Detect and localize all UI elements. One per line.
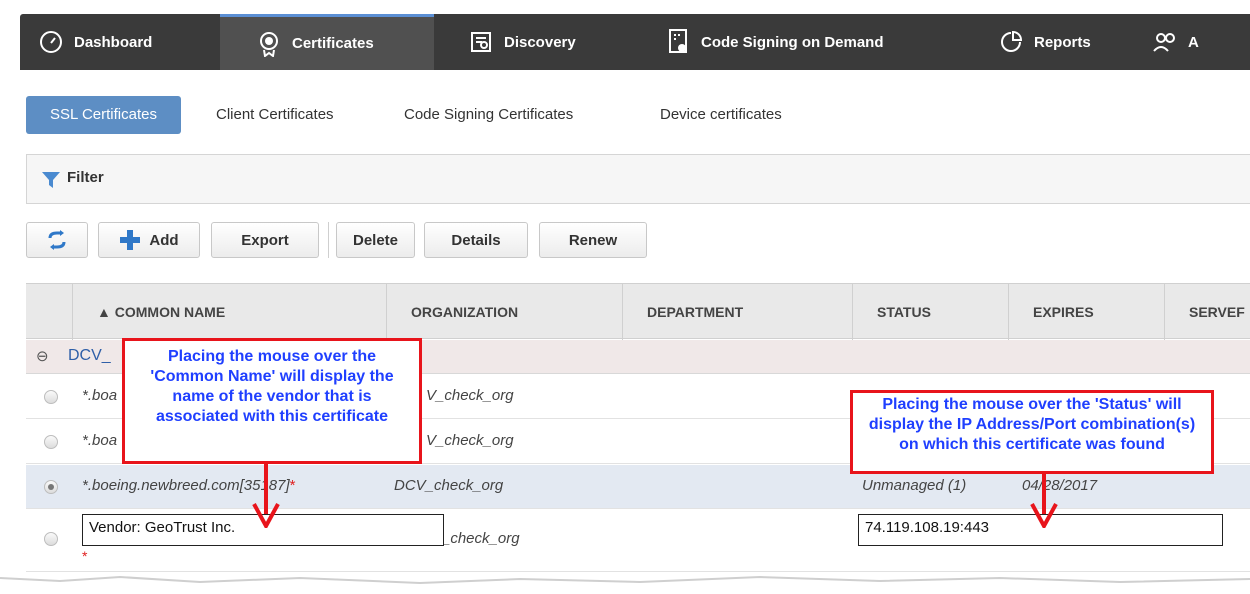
nav-tab-label: A [1188,33,1199,51]
common-name-cell: *.boa [82,387,118,404]
delete-button[interactable]: Delete [336,222,415,258]
group-label: DCV_ [68,347,111,364]
subtab-device-certificates[interactable]: Device certificates [660,96,782,134]
admins-icon [1152,29,1178,55]
nav-tab-certificates[interactable]: Certificates [220,14,434,70]
row-radio-selected[interactable] [44,480,58,494]
callout-common-name: Placing the mouse over the 'Common Name'… [122,338,422,464]
subtab-client-certificates[interactable]: Client Certificates [216,96,334,134]
details-button[interactable]: Details [424,222,528,258]
filter-icon [42,172,60,188]
code-signing-icon [665,29,691,55]
subtab-ssl-certificates[interactable]: SSL Certificates [26,96,181,134]
organization-cell: V_check_org [426,387,514,404]
arrow-down-icon [252,462,280,528]
table-header: ▲ COMMON NAME ORGANIZATION DEPARTMENT ST… [26,283,1250,340]
subtab-code-signing-certificates[interactable]: Code Signing Certificates [404,96,573,134]
nav-tab-label: Certificates [292,35,374,52]
callout-status: Placing the mouse over the 'Status' will… [850,390,1214,474]
refresh-icon [48,230,66,250]
export-button[interactable]: Export [211,222,319,258]
nav-tab-reports[interactable]: Reports [998,14,1138,70]
nav-tab-label: Discovery [504,33,576,51]
toolbar-separator [328,222,330,258]
row-radio[interactable] [44,390,58,404]
organization-cell: DCV_check_org [394,477,504,494]
status-cell: Unmanaged (1) [862,477,967,494]
nav-tab-label: Dashboard [74,33,153,51]
gauge-icon [38,29,64,55]
required-mark: * [82,548,88,564]
nav-tab-code-signing-on-demand[interactable]: Code Signing on Demand [665,14,955,70]
plus-icon [120,230,141,250]
column-header-status[interactable]: STATUS [852,284,1008,340]
column-header-common-name[interactable]: ▲ COMMON NAME [72,284,386,340]
column-header-department[interactable]: DEPARTMENT [622,284,852,340]
certificate-icon [256,31,282,57]
column-header-expires[interactable]: EXPIRES [1008,284,1164,340]
refresh-button[interactable] [26,222,88,258]
filter-label: Filter [67,169,104,186]
nav-tab-label: Code Signing on Demand [701,33,884,51]
add-button[interactable]: Add [98,222,200,258]
reports-icon [998,29,1024,55]
filter-bar[interactable]: Filter [26,154,1250,204]
torn-edge [0,575,1250,594]
common-name-cell: *.boa [82,432,118,449]
organization-cell: V_check_org [426,432,514,449]
add-button-label: Add [149,231,179,249]
nav-tab-dashboard[interactable]: Dashboard [38,14,218,70]
collapse-icon[interactable]: ⊖ [36,347,49,365]
top-navigation-bar: Dashboard Certificates Discovery Code Si… [20,14,1250,70]
nav-tab-admins[interactable]: A [1152,14,1250,70]
organization-cell: _check_org [442,530,520,547]
arrow-down-icon [1030,472,1058,528]
nav-tab-discovery[interactable]: Discovery [468,14,638,70]
row-radio[interactable] [44,435,58,449]
renew-button[interactable]: Renew [539,222,647,258]
row-radio[interactable] [44,532,58,546]
column-header-organization[interactable]: ORGANIZATION [386,284,622,340]
column-header-server[interactable]: SERVEF [1164,284,1250,340]
nav-tab-label: Reports [1034,33,1091,51]
discovery-icon [468,29,494,55]
